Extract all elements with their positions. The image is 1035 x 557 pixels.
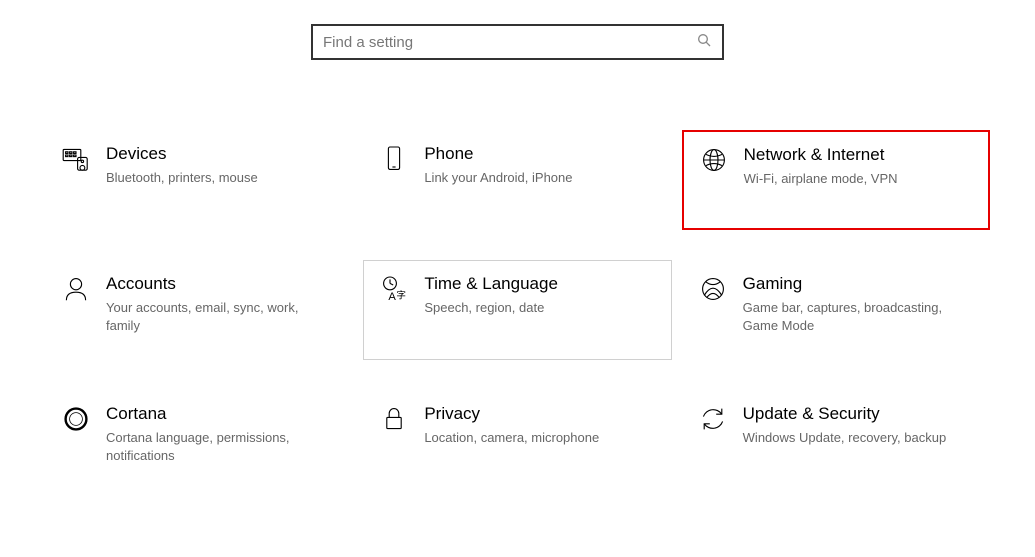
tile-update-sub: Windows Update, recovery, backup [743, 429, 947, 447]
lock-icon [378, 403, 410, 440]
tile-time-sub: Speech, region, date [424, 299, 558, 317]
svg-text:字: 字 [397, 290, 407, 302]
tile-devices-sub: Bluetooth, printers, mouse [106, 169, 258, 187]
tile-network[interactable]: Network & Internet Wi-Fi, airplane mode,… [682, 130, 990, 230]
tile-gaming-title: Gaming [743, 273, 953, 295]
tile-update-security[interactable]: Update & Security Windows Update, recove… [682, 390, 990, 490]
person-icon [60, 273, 92, 310]
tile-privacy-title: Privacy [424, 403, 599, 425]
tile-update-title: Update & Security [743, 403, 947, 425]
tile-time-language[interactable]: A 字 Time & Language Speech, region, date [363, 260, 671, 360]
tile-gaming-sub: Game bar, captures, broadcasting, Game M… [743, 299, 953, 334]
tile-devices-title: Devices [106, 143, 258, 165]
tile-phone-title: Phone [424, 143, 572, 165]
svg-text:A: A [389, 291, 397, 303]
search-icon [696, 32, 712, 53]
phone-icon [378, 143, 410, 180]
tile-phone[interactable]: Phone Link your Android, iPhone [363, 130, 671, 230]
xbox-icon [697, 273, 729, 310]
tile-cortana[interactable]: Cortana Cortana language, permissions, n… [45, 390, 353, 490]
tile-privacy[interactable]: Privacy Location, camera, microphone [363, 390, 671, 490]
tile-accounts-title: Accounts [106, 273, 316, 295]
tile-accounts[interactable]: Accounts Your accounts, email, sync, wor… [45, 260, 353, 360]
tile-devices[interactable]: Devices Bluetooth, printers, mouse [45, 130, 353, 230]
tile-network-sub: Wi-Fi, airplane mode, VPN [744, 170, 898, 188]
sync-icon [697, 403, 729, 440]
tile-gaming[interactable]: Gaming Game bar, captures, broadcasting,… [682, 260, 990, 360]
devices-icon [60, 143, 92, 180]
search-input[interactable] [323, 34, 696, 51]
tile-time-title: Time & Language [424, 273, 558, 295]
tile-cortana-title: Cortana [106, 403, 316, 425]
cortana-icon [60, 403, 92, 440]
tile-accounts-sub: Your accounts, email, sync, work, family [106, 299, 316, 334]
tile-cortana-sub: Cortana language, permissions, notificat… [106, 429, 316, 464]
tile-network-title: Network & Internet [744, 144, 898, 166]
time-language-icon: A 字 [378, 273, 410, 310]
settings-grid: Devices Bluetooth, printers, mouse Phone… [0, 60, 1035, 490]
search-box[interactable] [311, 24, 724, 60]
globe-icon [698, 144, 730, 181]
tile-phone-sub: Link your Android, iPhone [424, 169, 572, 187]
tile-privacy-sub: Location, camera, microphone [424, 429, 599, 447]
